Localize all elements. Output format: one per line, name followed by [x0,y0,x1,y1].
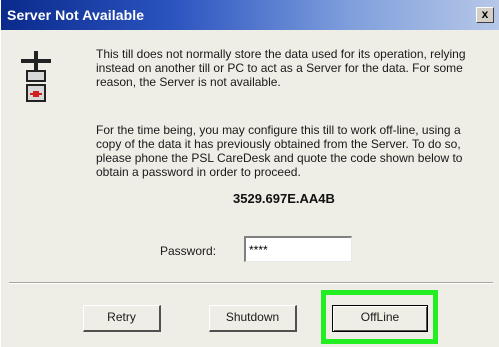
message-explanation: This till does not normally store the da… [96,47,466,89]
title-bar: Server Not Available x [1,0,499,30]
password-label: Password: [160,244,217,258]
support-code: 3529.697E.AA4B [233,191,335,206]
dialog-title: Server Not Available [7,7,145,23]
message-instructions: For the time being, you may configure th… [96,123,463,179]
shutdown-button[interactable]: Shutdown [209,305,297,332]
password-input[interactable] [244,236,352,262]
button-separator [9,282,493,284]
server-not-available-dialog: Server Not Available x This till does no… [0,0,499,347]
close-icon[interactable]: x [476,7,494,23]
server-icon [21,51,51,102]
retry-button[interactable]: Retry [83,305,161,332]
offline-button-highlight [321,290,438,344]
